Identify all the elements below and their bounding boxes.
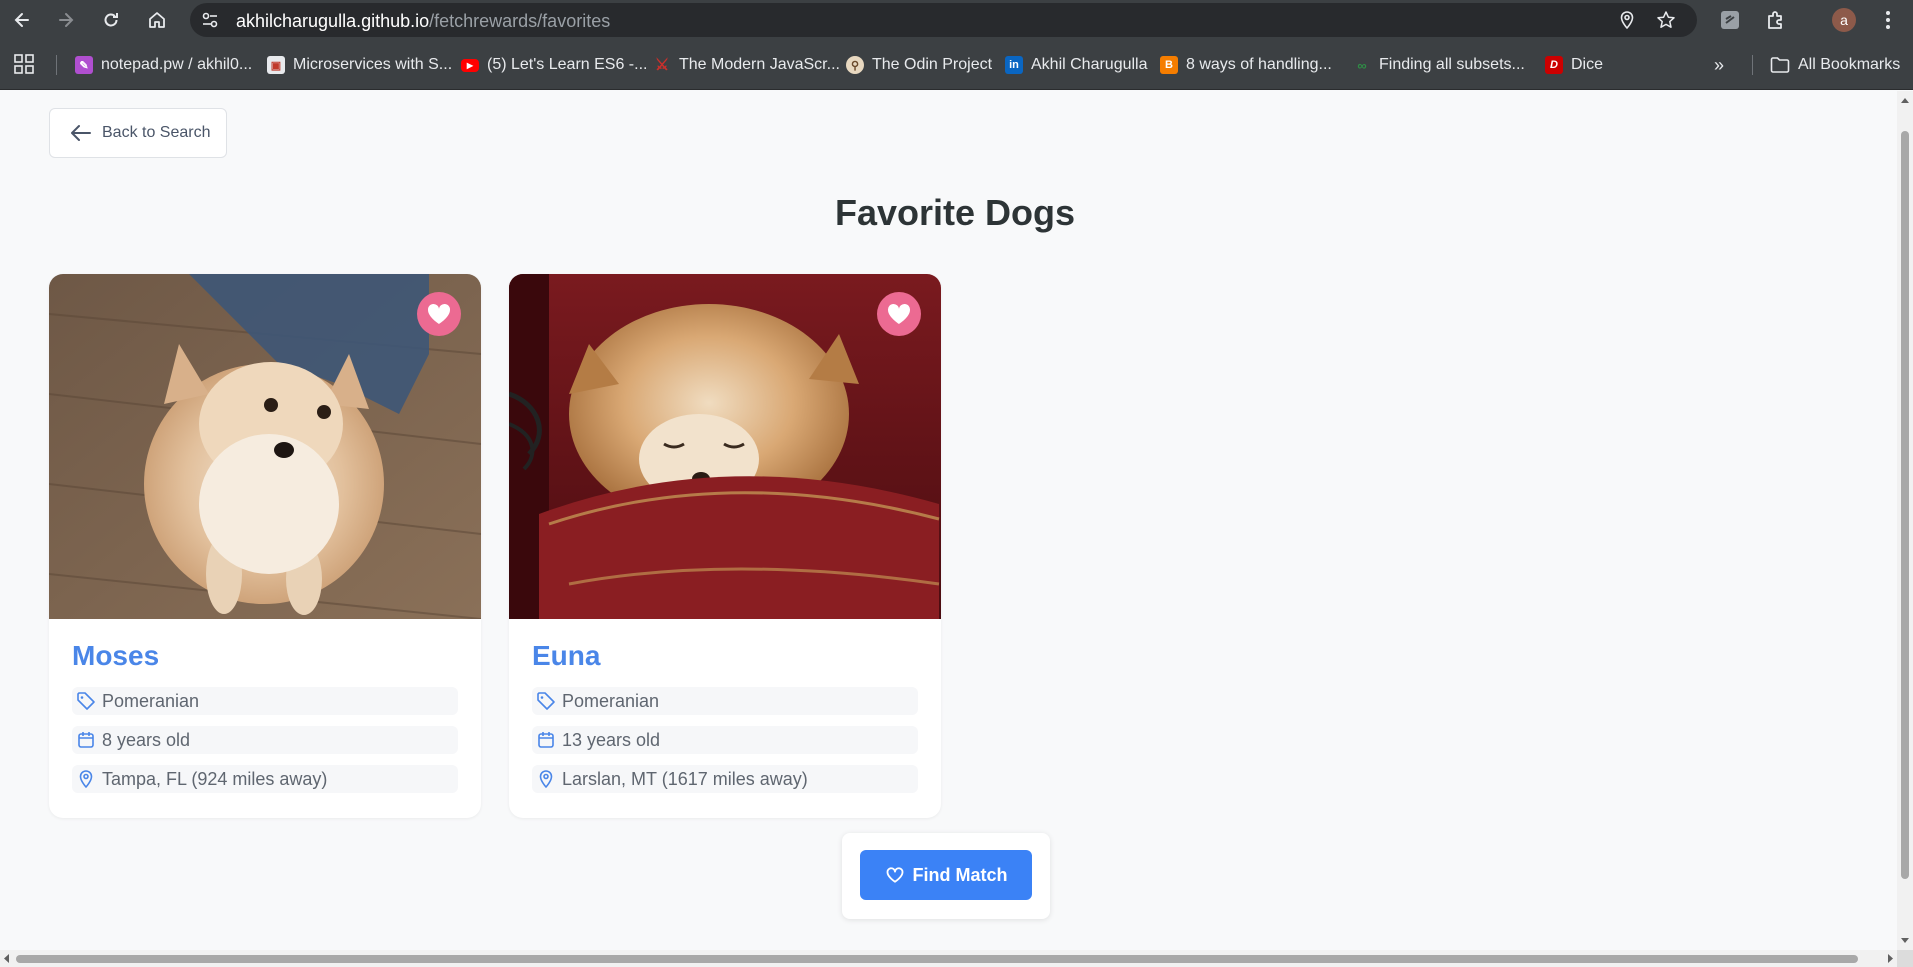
bookmark-label: Microservices with S... <box>293 56 453 73</box>
page-content: Back to Search Favorite Dogs Moses Pomer… <box>0 91 1897 950</box>
dog-breed: Pomeranian <box>72 687 458 715</box>
bookmark-label: Dice <box>1571 56 1604 73</box>
heart-icon <box>887 303 911 324</box>
home-icon[interactable] <box>143 6 171 34</box>
bookmark-odin[interactable]: ⚲ The Odin Project <box>846 55 992 75</box>
browser-toolbar: akhilcharugulla.github.io/fetchrewards/f… <box>0 0 1913 40</box>
dog-photo <box>49 274 481 619</box>
bookmark-modern-js[interactable]: ⚔ The Modern JavaScr... <box>653 55 840 75</box>
blogger-icon: B <box>1160 56 1178 74</box>
dog-breed-text: Pomeranian <box>102 690 200 711</box>
microservices-icon: ▣ <box>267 56 285 74</box>
calendar-icon <box>538 732 554 748</box>
dog-photo <box>509 274 941 619</box>
back-to-search-label: Back to Search <box>102 124 211 141</box>
chevron-double-right-icon[interactable]: » <box>1714 55 1724 76</box>
dice-icon: D <box>1545 56 1563 74</box>
linkedin-icon: in <box>1005 56 1023 74</box>
find-match-panel: Find Match <box>842 833 1050 919</box>
dog-age-text: 8 years old <box>102 729 191 750</box>
bookmarks-divider <box>1752 55 1753 75</box>
heart-icon <box>427 303 451 324</box>
horizontal-scrollbar[interactable] <box>0 950 1897 967</box>
bookmark-microservices[interactable]: ▣ Microservices with S... <box>267 55 452 75</box>
favorite-toggle[interactable] <box>417 292 461 336</box>
dog-age: 8 years old <box>72 726 458 754</box>
dog-card[interactable]: Moses Pomeranian 8 years old Tampa, FL (… <box>49 274 481 818</box>
map-pin-icon <box>539 770 553 789</box>
heart-outline-icon <box>886 867 903 883</box>
reload-icon[interactable] <box>97 6 125 34</box>
dog-location-text: Larslan, MT (1617 miles away) <box>562 768 808 789</box>
scroll-left-arrow-icon[interactable] <box>0 950 14 967</box>
youtube-icon: ▶ <box>461 58 479 72</box>
bookmark-gfg[interactable]: ∞ Finding all subsets... <box>1353 55 1525 75</box>
bookmark-label: The Odin Project <box>872 56 993 73</box>
notepad-icon: ✎ <box>75 56 93 74</box>
find-match-button[interactable]: Find Match <box>860 850 1032 900</box>
scroll-right-arrow-icon[interactable] <box>1883 950 1897 967</box>
scroll-down-arrow-icon[interactable] <box>1897 934 1913 948</box>
tag-icon <box>537 692 555 710</box>
folder-icon <box>1770 57 1790 73</box>
page-title: Favorite Dogs <box>834 192 1076 233</box>
bookmarks-divider <box>56 55 57 75</box>
bookmark-es6[interactable]: ▶ (5) Let's Learn ES6 -... <box>461 55 647 75</box>
bookmark-dice[interactable]: D Dice <box>1545 55 1603 75</box>
profile-avatar[interactable]: a <box>1832 8 1856 32</box>
odin-icon: ⚲ <box>846 56 864 74</box>
bookmark-star-icon[interactable] <box>1656 10 1676 30</box>
bookmark-blogger[interactable]: B 8 ways of handling... <box>1160 55 1332 75</box>
dog-name: Euna <box>532 640 601 671</box>
dog-age: 13 years old <box>532 726 918 754</box>
back-arrow-icon[interactable] <box>8 6 36 34</box>
dog-location: Tampa, FL (924 miles away) <box>72 765 458 793</box>
vertical-scroll-thumb[interactable] <box>1901 131 1909 879</box>
dog-breed-text: Pomeranian <box>562 690 660 711</box>
horizontal-scroll-thumb[interactable] <box>16 955 1858 963</box>
bookmark-notepad[interactable]: ✎ notepad.pw / akhil0... <box>75 55 252 75</box>
vertical-scrollbar[interactable] <box>1897 91 1913 950</box>
bookmark-label: (5) Let's Learn ES6 -... <box>487 56 648 73</box>
bookmark-label: Finding all subsets... <box>1379 56 1525 73</box>
dog-name: Moses <box>72 640 160 671</box>
calendar-icon <box>78 732 94 748</box>
url-text: akhilcharugulla.github.io/fetchrewards/f… <box>236 11 611 31</box>
address-bar[interactable]: akhilcharugulla.github.io/fetchrewards/f… <box>190 3 1697 37</box>
bookmark-linkedin[interactable]: in Akhil Charugulla <box>1005 55 1148 75</box>
bookmarks-bar: ✎ notepad.pw / akhil0... ▣ Microservices… <box>0 40 1913 90</box>
dog-age-text: 13 years old <box>562 729 661 750</box>
all-bookmarks-label: All Bookmarks <box>1798 56 1901 73</box>
puzzle-icon[interactable] <box>1764 8 1788 32</box>
find-match-label: Find Match <box>912 864 1008 885</box>
apps-grid-icon[interactable] <box>14 54 34 74</box>
forward-arrow-icon[interactable] <box>52 6 80 34</box>
dog-location-text: Tampa, FL (924 miles away) <box>102 768 328 789</box>
dog-location: Larslan, MT (1617 miles away) <box>532 765 918 793</box>
site-info-icon[interactable] <box>200 10 220 30</box>
bookmark-label: The Modern JavaScr... <box>679 56 840 73</box>
back-to-search-button[interactable]: Back to Search <box>49 108 227 158</box>
modern-js-icon: ⚔ <box>654 57 670 74</box>
scrollbar-corner <box>1897 950 1913 967</box>
menu-kebab-icon[interactable] <box>1876 8 1900 32</box>
map-pin-icon <box>79 770 93 789</box>
dog-card[interactable]: Euna Pomeranian 13 years old Larslan, MT… <box>509 274 941 818</box>
tag-icon <box>77 692 95 710</box>
scroll-up-arrow-icon[interactable] <box>1897 93 1913 107</box>
bookmark-label: notepad.pw / akhil0... <box>101 56 253 73</box>
extension-icon[interactable] <box>1718 8 1742 32</box>
location-pin-icon[interactable] <box>1617 10 1637 30</box>
all-bookmarks-button[interactable]: All Bookmarks <box>1770 55 1900 75</box>
favorite-toggle[interactable] <box>877 292 921 336</box>
gfg-icon: ∞ <box>1357 57 1367 73</box>
dog-breed: Pomeranian <box>532 687 918 715</box>
arrow-left-icon <box>71 125 91 141</box>
bookmark-label: Akhil Charugulla <box>1031 56 1148 73</box>
bookmark-label: 8 ways of handling... <box>1186 56 1332 73</box>
